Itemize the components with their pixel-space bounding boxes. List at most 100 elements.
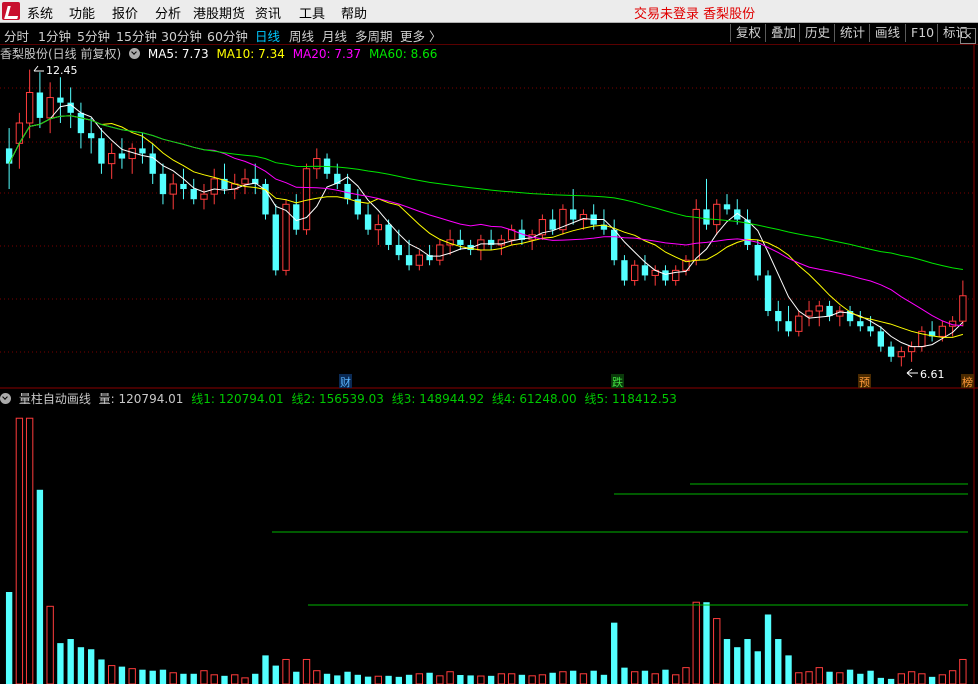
- ma20-line: [8, 115, 963, 327]
- candle-body-down: [857, 321, 864, 327]
- candle-body-up: [938, 325, 947, 337]
- candle-body-down: [364, 214, 372, 230]
- volume-bar-down: [928, 676, 936, 684]
- volume-bar-down: [590, 670, 597, 684]
- volume-bar-up: [959, 658, 967, 684]
- volume-bar-down: [67, 639, 74, 684]
- candle-body-down: [826, 305, 833, 317]
- candle-body-up: [631, 264, 639, 282]
- volume-bar-down: [221, 675, 228, 684]
- vol-indicator-title: 量柱自动画线: [18, 392, 91, 406]
- ma5-value: MA5: 7.73: [147, 47, 209, 61]
- volume-bar-up: [282, 658, 290, 684]
- volume-bar-down: [611, 622, 618, 684]
- volume-bar-down: [180, 673, 187, 684]
- volume-bar-up: [907, 671, 916, 684]
- high-price-arrow: [33, 65, 44, 72]
- volume-bar-down: [77, 647, 85, 684]
- volume-bar-up: [692, 601, 700, 684]
- volume-bar-up: [938, 674, 947, 684]
- candle-body-down: [118, 153, 126, 159]
- vol-value: 量: 120794.01: [98, 392, 184, 406]
- volume-bar-down: [549, 672, 556, 684]
- volume-bar-down: [703, 602, 710, 684]
- volume-bar-down: [159, 669, 167, 684]
- volume-bar-up: [672, 674, 680, 684]
- tag-fall: 跌: [612, 375, 623, 389]
- volume-bars: [5, 417, 967, 684]
- volume-bar-down: [457, 675, 464, 684]
- volume-bar-down: [354, 674, 361, 684]
- volume-bar-down: [98, 659, 105, 684]
- candle-body-down: [785, 321, 792, 332]
- volume-bar-down: [754, 651, 761, 684]
- candle-body-up: [46, 97, 54, 119]
- volume-bar-up: [313, 670, 321, 684]
- candle-body-up: [241, 178, 249, 185]
- candle-body-up: [436, 244, 444, 261]
- candle-body-down: [703, 209, 710, 225]
- volume-bar-up: [415, 673, 424, 684]
- low-price-label: 6.61: [920, 368, 945, 381]
- volume-bar-down: [190, 673, 197, 684]
- volume-bar-up: [497, 673, 506, 684]
- ma10-value: MA10: 7.34: [216, 47, 285, 61]
- vol-line3: 线3: 148944.92: [391, 392, 485, 406]
- volume-bar-down: [364, 676, 372, 684]
- close-panel-icon[interactable]: ×: [960, 28, 976, 44]
- volume-bar-down: [57, 643, 64, 684]
- volume-bar-down: [887, 678, 895, 684]
- volume-bar-up: [108, 665, 116, 684]
- volume-bar-down: [857, 673, 864, 684]
- main-indicator-bar: 香梨股份(日线 前复权) MA5: 7.73 MA10: 7.34 MA20: …: [0, 45, 441, 61]
- volume-bar-up: [795, 672, 803, 684]
- volume-auto-lines: [272, 483, 968, 606]
- ma-settings-icon[interactable]: [129, 48, 141, 59]
- candle-body-down: [139, 148, 146, 154]
- candle-body-down: [293, 204, 300, 230]
- volume-bar-up: [302, 658, 311, 684]
- candle-body-up: [815, 305, 823, 312]
- volume-bar-down: [467, 675, 474, 684]
- volume-bar-up: [46, 605, 54, 684]
- candle-body-down: [180, 183, 187, 190]
- volume-bar-down: [323, 673, 331, 684]
- volume-bar-up: [200, 670, 208, 684]
- volume-bar-up: [631, 671, 639, 684]
- candle-body-down: [98, 138, 105, 164]
- volume-bar-down: [518, 674, 526, 684]
- volume-bar-down: [734, 647, 741, 684]
- stock-title: 香梨股份(日线 前复权): [0, 47, 122, 61]
- kline-chart[interactable]: 12.45 6.61 财 跌 预 榜: [0, 0, 978, 684]
- candle-body-down: [611, 229, 618, 261]
- candle-body-down: [754, 244, 761, 276]
- volume-bar-down: [395, 676, 403, 684]
- vol-settings-icon[interactable]: [0, 393, 11, 404]
- candle-body-up: [108, 152, 116, 165]
- tag-forecast: 预: [859, 376, 870, 389]
- volume-bar-down: [723, 639, 731, 684]
- ma20-value: MA20: 7.37: [292, 47, 362, 61]
- candle-body-down: [87, 133, 95, 139]
- volume-bar-down: [826, 671, 833, 684]
- volume-bar-down: [36, 489, 44, 684]
- candle-body-down: [5, 148, 13, 164]
- volume-bar-down: [426, 672, 433, 684]
- candle-body-up: [25, 91, 34, 124]
- candle-body-down: [887, 346, 895, 357]
- candle-body-up: [210, 178, 218, 195]
- vol-line5: 线5: 118412.53: [584, 392, 677, 406]
- tag-list: 榜: [962, 375, 973, 389]
- volume-bar-up: [559, 671, 567, 684]
- volume-bar-up: [15, 417, 24, 684]
- volume-bar-down: [149, 670, 156, 684]
- volume-bar-up: [25, 417, 34, 684]
- volume-bar-up: [897, 673, 906, 684]
- candle-body-up: [374, 224, 382, 231]
- ma60-value: MA60: 8.66: [368, 47, 438, 61]
- volume-bar-up: [231, 674, 239, 684]
- volume-bar-up: [436, 675, 444, 684]
- volume-bar-down: [641, 670, 649, 684]
- candle-body-down: [36, 92, 44, 118]
- volume-bar-down: [621, 667, 628, 684]
